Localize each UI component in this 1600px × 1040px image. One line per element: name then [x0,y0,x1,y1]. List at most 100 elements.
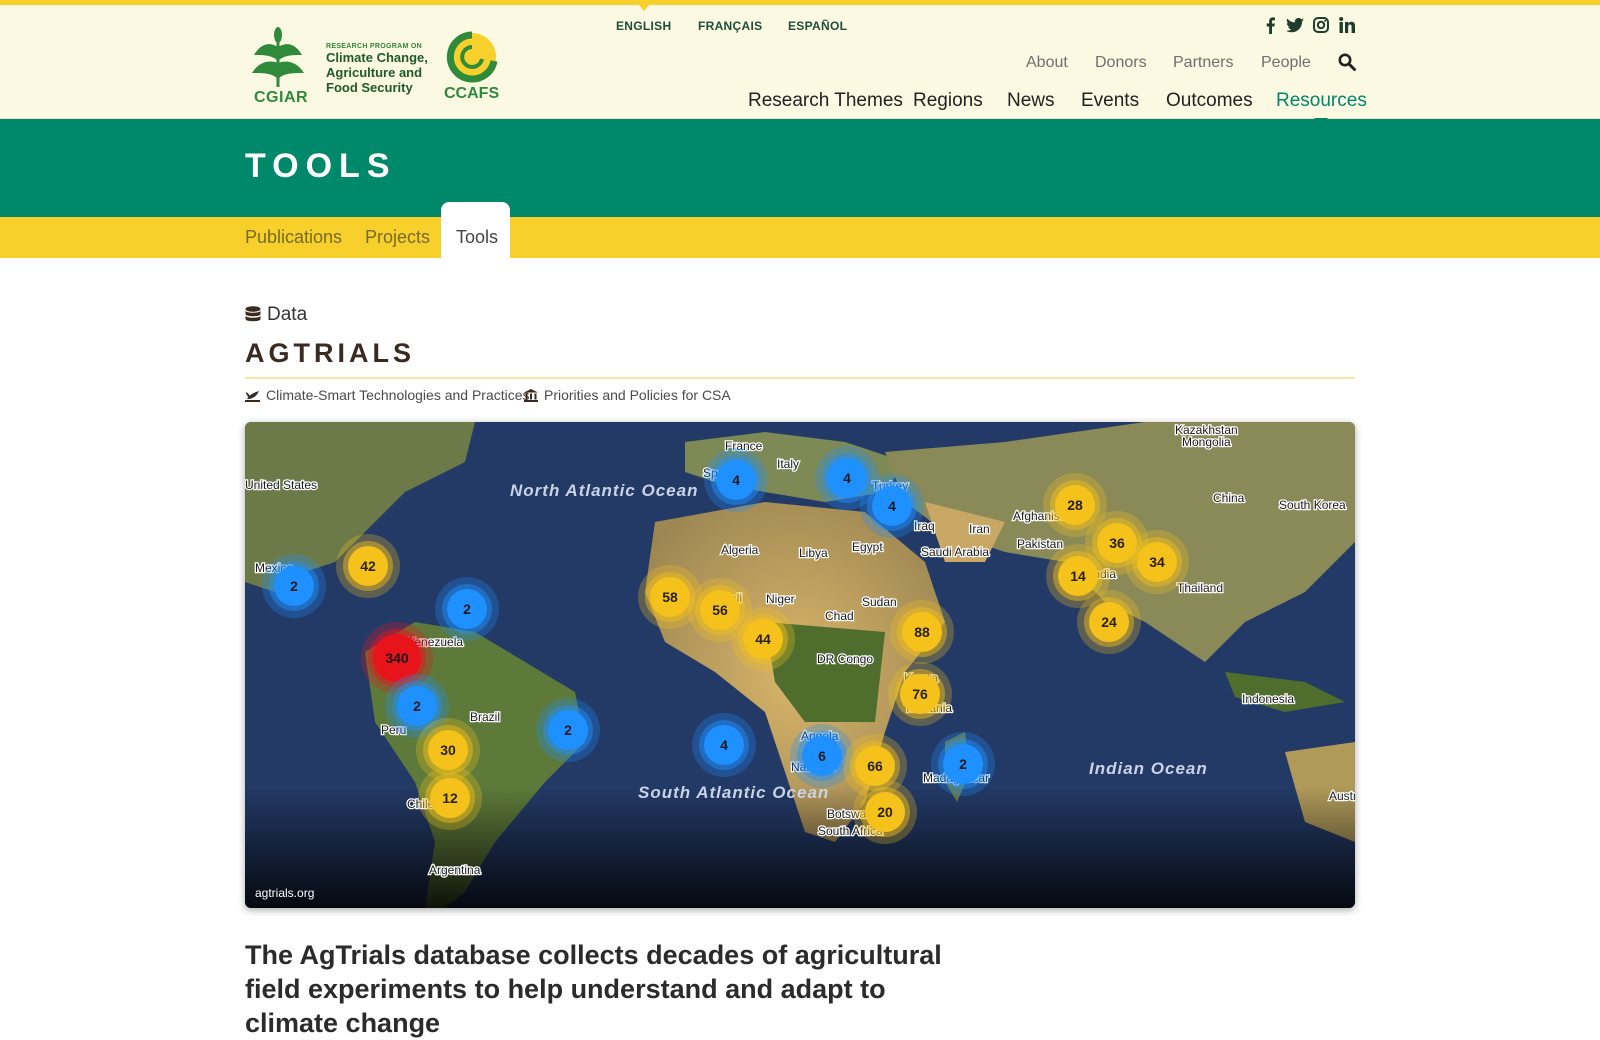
linkedin-icon[interactable] [1338,16,1356,34]
lang-english[interactable]: ENGLISH [616,5,671,33]
cluster-count: 2 [290,578,298,594]
tag-label: Climate-Smart Technologies and Practices [266,387,530,403]
cluster-count: 66 [867,758,883,774]
cluster-count: 76 [912,686,928,702]
map-label: Iran [969,522,990,536]
nav-about[interactable]: About [1026,54,1068,72]
map-label: DR Congo [817,652,873,666]
map-cluster-marker[interactable]: 88 [890,600,954,664]
map-label: Pakistan [1017,537,1063,551]
ccafs-wordmark: CCAFS [444,85,500,102]
cluster-count: 4 [843,470,851,486]
lang-espanol[interactable]: ESPAÑOL [788,19,847,33]
map-label: Niger [766,592,795,606]
map-cluster-marker[interactable]: 20 [853,780,917,844]
tag-csa-practices[interactable]: Climate-Smart Technologies and Practices [245,387,530,403]
map-label: China [1213,491,1245,505]
page-title: TOOLS [245,147,397,185]
map-label: Indonesia [1242,692,1294,706]
nav-outcomes[interactable]: Outcomes [1166,90,1253,112]
map-label: Saudi Arabia [921,545,989,559]
twitter-icon[interactable] [1286,16,1304,34]
cluster-count: 58 [662,589,678,605]
map-cluster-marker[interactable]: 4 [860,474,924,538]
tag-priorities-policies[interactable]: Priorities and Policies for CSA [524,387,731,403]
image-caption: agtrials.org [255,886,315,900]
nav-regions[interactable]: Regions [913,90,983,112]
program-line: Climate Change, [326,50,428,65]
tool-type-label: Data [267,304,308,325]
cluster-count: 28 [1067,497,1083,513]
map-cluster-marker[interactable]: 4 [692,713,756,777]
map-label: North Atlantic Ocean [510,481,698,500]
map-label: Australia [1329,789,1355,803]
cluster-count: 2 [564,722,572,738]
program-line: Agriculture and [326,65,423,80]
section-subnav: Publications Projects Tools [0,202,1600,258]
map-label: Sudan [862,595,897,609]
map-label: Thailand [1177,581,1223,595]
cluster-count: 4 [732,472,740,488]
map-label: Italy [777,457,799,471]
instagram-icon[interactable] [1312,16,1330,34]
nav-research-themes[interactable]: Research Themes [748,90,903,112]
map-cluster-marker[interactable]: 12 [418,766,482,830]
map-cluster-marker[interactable]: 2 [262,554,326,618]
map-label: South Atlantic Ocean [638,783,829,802]
site-header: CGIAR RESEARCH PROGRAM ON Climate Change… [0,5,1600,126]
program-small-text: RESEARCH PROGRAM ON [326,43,422,50]
program-line: Food Security [326,80,413,95]
map-label: Chad [825,609,854,623]
nav-people[interactable]: People [1261,54,1311,72]
lang-francais[interactable]: FRANÇAIS [698,19,762,33]
map-cluster-marker[interactable]: 76 [888,662,952,726]
map-cluster-marker[interactable]: 44 [731,607,795,671]
map-cluster-marker[interactable]: 4 [704,448,768,512]
cluster-count: 14 [1070,568,1086,584]
tool-type: Data [245,304,307,326]
cluster-count: 34 [1149,554,1165,570]
cluster-count: 56 [712,602,728,618]
cluster-count: 4 [888,498,896,514]
map-label: Kazakhstan [1175,423,1238,437]
map-cluster-marker[interactable]: 24 [1077,590,1141,654]
nav-resources[interactable]: Resources [1276,90,1367,126]
tab-projects[interactable]: Projects [365,227,430,248]
map-cluster-marker[interactable]: 6 [790,724,854,788]
map-cluster-marker[interactable]: 42 [336,534,400,598]
cluster-count: 44 [755,631,771,647]
cluster-count: 36 [1109,535,1125,551]
world-map: United StatesMexicoVenezuelaBrazilPeruCh… [245,422,1355,908]
tab-tools[interactable]: Tools [441,202,510,258]
map-label: Mongolia [1182,435,1231,449]
cluster-count: 20 [877,804,893,820]
cluster-count: 4 [720,737,728,753]
title-divider [245,377,1355,379]
map-cluster-marker[interactable]: 2 [435,577,499,641]
facebook-icon[interactable] [1261,16,1279,34]
cluster-count: 340 [385,650,409,666]
cluster-count: 2 [463,601,471,617]
map-label: Indian Ocean [1089,759,1208,778]
map-cluster-marker[interactable]: 34 [1125,530,1189,594]
bank-icon [524,388,538,402]
nav-events[interactable]: Events [1081,90,1139,112]
nav-news[interactable]: News [1007,90,1055,112]
cluster-count: 30 [440,742,456,758]
tab-publications[interactable]: Publications [245,227,342,248]
cluster-count: 88 [914,624,930,640]
site-logo[interactable]: CGIAR RESEARCH PROGRAM ON Climate Change… [246,19,506,109]
page-hero: TOOLS [0,119,1600,217]
map-label: Libya [799,546,828,560]
search-icon[interactable] [1338,53,1356,71]
nav-partners[interactable]: Partners [1173,54,1233,72]
map-cluster-marker[interactable]: 2 [536,698,600,762]
cluster-count: 6 [818,748,826,764]
nav-donors[interactable]: Donors [1095,54,1147,72]
seedling-icon [245,390,260,402]
map-label: Brazil [470,710,500,724]
map-cluster-marker[interactable]: 2 [931,732,995,796]
tool-map-image[interactable]: United States Mexico Venezuela Brazil Peru Ch… [245,422,1355,908]
map-label: Argentina [429,863,481,877]
database-icon [245,306,261,322]
